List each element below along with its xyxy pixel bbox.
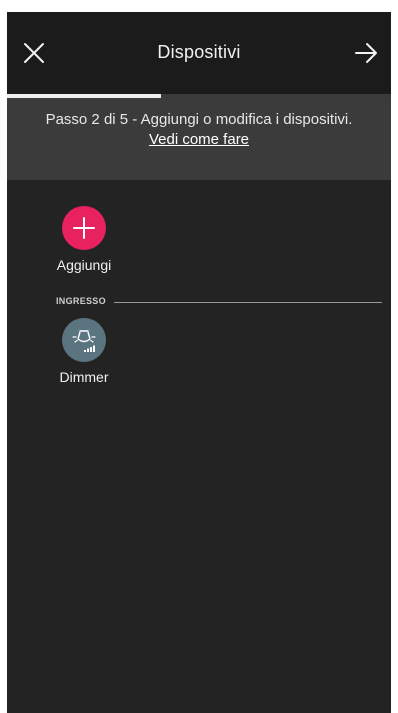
next-button[interactable] — [351, 38, 381, 68]
device-dimmer[interactable]: Dimmer — [48, 318, 120, 385]
help-link[interactable]: Vedi come fare — [149, 131, 249, 148]
add-button-circle[interactable] — [62, 206, 106, 250]
dimmer-circle[interactable] — [62, 318, 106, 362]
plus-icon — [73, 217, 95, 239]
app-screen: Dispositivi Passo 2 di 5 - Aggiungi o mo… — [7, 12, 391, 713]
add-device-label: Aggiungi — [56, 257, 112, 273]
instructions-text: Passo 2 di 5 - Aggiungi o modifica i dis… — [45, 111, 353, 128]
page-title: Dispositivi — [157, 42, 241, 62]
section-label-ingresso: INGRESSO — [56, 296, 106, 306]
dimmer-lamp-icon — [72, 330, 96, 352]
instructions-banner: Passo 2 di 5 - Aggiungi o modifica i dis… — [7, 98, 391, 180]
device-label: Dimmer — [59, 369, 109, 385]
section-divider — [114, 302, 382, 303]
add-device-button[interactable]: Aggiungi — [48, 206, 120, 273]
top-bar: Dispositivi — [7, 12, 391, 94]
arrow-right-icon — [355, 43, 377, 63]
